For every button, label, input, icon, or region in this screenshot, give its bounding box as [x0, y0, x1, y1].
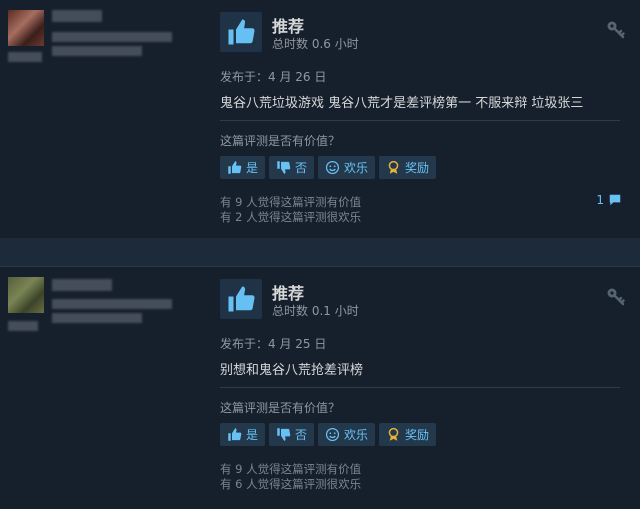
funny-count: 有 6 人觉得这篇评测很欢乐 — [220, 477, 362, 491]
author-stats-blurred — [52, 46, 142, 56]
review-text: 鬼谷八荒垃圾游戏 鬼谷八荒才是差评榜第一 不服来辩 垃圾张三 — [220, 96, 584, 111]
smiley-icon — [325, 427, 340, 442]
helpful-question: 这篇评测是否有价值？ — [220, 134, 341, 148]
helpful-count: 有 9 人觉得这篇评测有价值 — [220, 195, 362, 209]
vote-yes-button[interactable]: 是 — [220, 156, 266, 179]
award-button[interactable]: 奖励 — [379, 156, 437, 179]
author-info[interactable] — [8, 277, 188, 337]
divider — [220, 120, 620, 121]
divider — [220, 387, 620, 388]
author-badge-blurred — [8, 52, 42, 62]
award-label: 奖励 — [405, 428, 430, 442]
vote-yes-label: 是 — [246, 161, 259, 175]
thumbs-up-icon — [220, 12, 262, 52]
review-stats: 有 9 人觉得这篇评测有价值 有 2 人觉得这篇评测很欢乐 — [220, 195, 361, 225]
thumbs-up-icon — [228, 161, 242, 174]
thumbs-down-icon — [277, 161, 291, 174]
vote-funny-button[interactable]: 欢乐 — [318, 156, 376, 179]
review-card: 推荐 总时数 0.6 小时 发布于：4 月 26 日 鬼谷八荒垃圾游戏 鬼谷八荒… — [0, 0, 640, 239]
vote-funny-label: 欢乐 — [344, 428, 369, 442]
avatar[interactable] — [8, 10, 44, 46]
vote-no-label: 否 — [295, 161, 308, 175]
vote-no-button[interactable]: 否 — [269, 156, 315, 179]
comment-icon — [609, 194, 621, 206]
key-icon — [606, 20, 626, 40]
award-label: 奖励 — [405, 161, 430, 175]
vote-no-button[interactable]: 否 — [269, 423, 315, 446]
review-text: 别想和鬼谷八荒抢差评榜 — [220, 363, 364, 378]
funny-count: 有 2 人觉得这篇评测很欢乐 — [220, 210, 362, 224]
vote-funny-button[interactable]: 欢乐 — [318, 423, 376, 446]
vote-yes-label: 是 — [246, 428, 259, 442]
award-button[interactable]: 奖励 — [379, 423, 437, 446]
key-icon — [606, 287, 626, 307]
playtime: 总时数 0.6 小时 — [272, 37, 359, 51]
helpful-count: 有 9 人觉得这篇评测有价值 — [220, 462, 362, 476]
author-stats-blurred — [52, 32, 172, 42]
author-badge-blurred — [8, 321, 38, 331]
vote-funny-label: 欢乐 — [344, 161, 369, 175]
thumbs-up-icon — [220, 279, 262, 319]
award-icon — [388, 427, 399, 441]
avatar[interactable] — [8, 277, 44, 313]
review-stats: 有 9 人觉得这篇评测有价值 有 6 人觉得这篇评测很欢乐 — [220, 462, 361, 492]
award-icon — [388, 160, 399, 174]
author-name-blurred — [52, 10, 102, 22]
smiley-icon — [325, 160, 340, 175]
comment-count: 1 — [596, 193, 604, 207]
review-separator — [0, 238, 640, 266]
posted-date: 发布于：4 月 25 日 — [220, 337, 327, 351]
review-verdict: 推荐 — [272, 17, 305, 36]
author-name-blurred — [52, 279, 112, 291]
vote-yes-button[interactable]: 是 — [220, 423, 266, 446]
review-verdict: 推荐 — [272, 284, 305, 303]
vote-buttons: 是 否 欢乐 奖励 — [220, 423, 437, 446]
helpful-question: 这篇评测是否有价值？ — [220, 401, 341, 415]
author-stats-blurred — [52, 313, 142, 323]
reviews-page: 推荐 总时数 0.6 小时 发布于：4 月 26 日 鬼谷八荒垃圾游戏 鬼谷八荒… — [0, 0, 640, 509]
author-info[interactable] — [8, 10, 188, 70]
vote-buttons: 是 否 欢乐 奖励 — [220, 156, 437, 179]
review-card: 推荐 总时数 0.1 小时 发布于：4 月 25 日 别想和鬼谷八荒抢差评榜 这… — [0, 266, 640, 509]
thumbs-up-icon — [228, 428, 242, 441]
thumbs-down-icon — [277, 428, 291, 441]
posted-date: 发布于：4 月 26 日 — [220, 70, 327, 84]
author-stats-blurred — [52, 299, 172, 309]
playtime: 总时数 0.1 小时 — [272, 304, 359, 318]
comment-count-link[interactable]: 1 — [596, 193, 622, 207]
vote-no-label: 否 — [295, 428, 308, 442]
